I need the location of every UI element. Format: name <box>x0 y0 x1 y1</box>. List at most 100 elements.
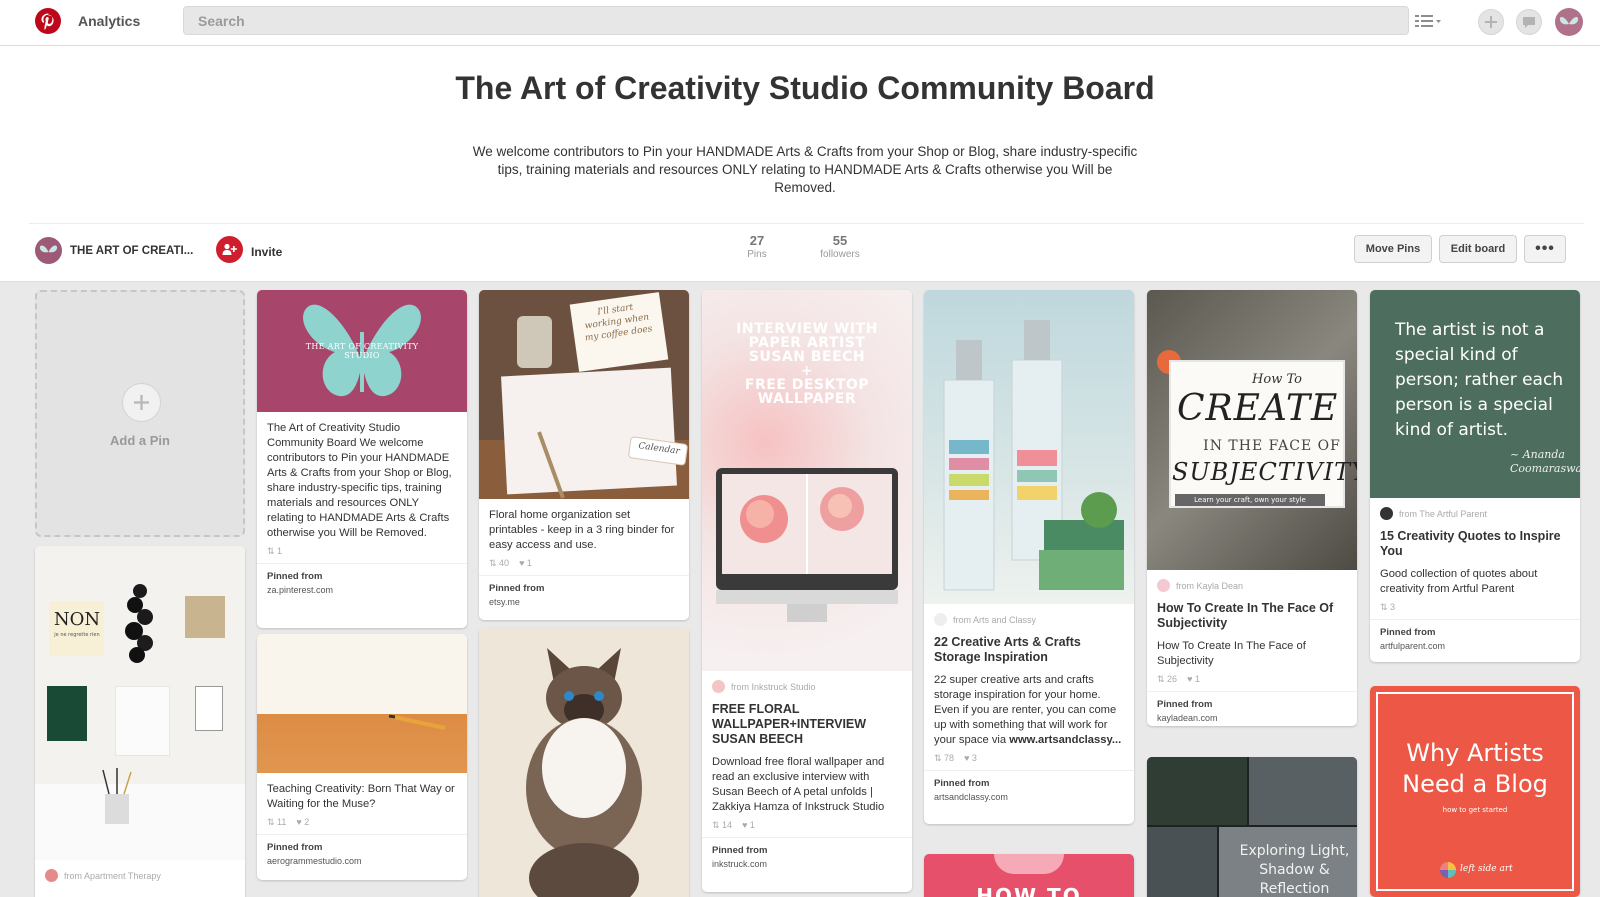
pinned-from-label: Pinned from <box>712 845 768 856</box>
pinned-from-domain[interactable]: etsy.me <box>489 597 679 607</box>
pin-source-label: from Apartment Therapy <box>64 870 161 881</box>
pin-image: INTERVIEW WITH PAPER ARTIST SUSAN BEECH … <box>702 290 912 671</box>
pin-title: 15 Creativity Quotes to Inspire You <box>1380 529 1561 558</box>
view-options-icon[interactable] <box>1413 12 1443 32</box>
repin-count: ⇅ 11 <box>267 817 287 827</box>
pin-card-storage-inspiration[interactable]: from Arts and Classy 22 Creative Arts & … <box>924 290 1134 824</box>
pin-description: The Art of Creativity Studio Community B… <box>267 422 452 539</box>
like-count: ♥ 3 <box>964 753 977 763</box>
add-pin-button[interactable] <box>1478 9 1504 35</box>
add-pin-label: Add a Pin <box>110 433 170 448</box>
pin-source[interactable]: from Inkstruck Studio <box>712 680 902 693</box>
pin-card-floral-wallpaper[interactable]: INTERVIEW WITH PAPER ARTIST SUSAN BEECH … <box>702 290 912 892</box>
pin-source[interactable]: from Kayla Dean <box>1157 579 1347 592</box>
pinned-from-domain[interactable]: za.pinterest.com <box>267 585 457 595</box>
pin-meta: ⇅ 40 ♥ 1 <box>489 558 679 569</box>
pin-card-why-artists-blog[interactable]: Why Artists Need a Blog how to get start… <box>1370 686 1580 897</box>
pinned-from-domain[interactable]: artsandclassy.com <box>934 792 1124 802</box>
repin-count-value: 1 <box>277 546 283 556</box>
like-count-value: 1 <box>1194 674 1200 684</box>
pins-count-label: Pins <box>747 249 767 260</box>
overlay-line: SUSAN BEECH <box>748 349 866 365</box>
pin-card-creativity-quotes[interactable]: The artist is not a special kind of pers… <box>1370 290 1580 662</box>
pin-link[interactable]: www.artsandclassy... <box>1009 734 1121 746</box>
pinned-from-label: Pinned from <box>267 571 323 582</box>
source-avatar-icon <box>712 680 725 693</box>
pins-count[interactable]: 27 Pins <box>742 233 772 260</box>
pin-footer[interactable]: Pinned from etsy.me <box>479 575 689 616</box>
pin-source[interactable]: from Apartment Therapy <box>45 869 235 882</box>
pinned-from-label: Pinned from <box>267 842 323 853</box>
light-shadow-line: Exploring Light, <box>1239 843 1350 859</box>
pin-footer[interactable]: Pinned from artsandclassy.com <box>924 770 1134 811</box>
messages-button[interactable] <box>1516 9 1542 35</box>
pin-image: The artist is not a special kind of pers… <box>1370 290 1580 498</box>
board-owner-avatar[interactable] <box>35 237 62 264</box>
pin-description: 22 super creative arts and crafts storag… <box>934 673 1124 748</box>
pinned-from-domain[interactable]: kayladean.com <box>1157 713 1347 723</box>
user-avatar[interactable] <box>1555 8 1583 36</box>
pin-card-apartment-therapy[interactable]: NON je ne regrette rien from Apartment T… <box>35 546 245 897</box>
move-pins-button[interactable]: Move Pins <box>1354 235 1432 263</box>
pin-body: from Inkstruck Studio FREE FLORAL WALLPA… <box>702 671 912 837</box>
pin-meta: ⇅ 1 <box>267 546 457 557</box>
sign-line: How To <box>1252 372 1302 387</box>
followers-count[interactable]: 55 followers <box>812 233 868 260</box>
pin-source[interactable]: from Arts and Classy <box>934 613 1124 626</box>
repin-count: ⇅ 26 <box>1157 674 1178 684</box>
like-count-value: 3 <box>971 753 977 763</box>
chat-icon <box>1523 17 1535 28</box>
pin-card-light-shadow[interactable]: Exploring Light, Shadow & Reflection <box>1147 757 1357 897</box>
pinned-from-label: Pinned from <box>1380 627 1436 638</box>
flower-illustration <box>740 474 864 574</box>
sign-line: SUBJECTIVITY <box>1172 458 1357 486</box>
pin-footer[interactable]: Pinned from za.pinterest.com <box>257 563 467 604</box>
source-avatar-icon <box>1157 579 1170 592</box>
pin-body: Teaching Creativity: Born That Way or Wa… <box>257 773 467 834</box>
pin-footer[interactable]: Pinned from artfulparent.com <box>1370 619 1580 660</box>
pencil-cup-illustration <box>102 768 132 824</box>
invite-button[interactable]: Invite <box>251 245 282 259</box>
add-pin-tile[interactable]: Add a Pin <box>35 290 245 537</box>
pin-card-how-to[interactable]: HOW TO <box>924 854 1134 897</box>
like-count-value: 1 <box>526 558 532 568</box>
pin-card-board-logo[interactable]: THE ART OF CREATIVITY STUDIO The Art of … <box>257 290 467 628</box>
edit-board-button[interactable]: Edit board <box>1439 235 1517 263</box>
pin-description: Good collection of quotes about creativi… <box>1380 568 1538 595</box>
like-count-value: 2 <box>304 817 310 827</box>
board-logo-text: THE ART OF CREATIVITY STUDIO <box>305 342 419 360</box>
pin-card-teaching-creativity[interactable]: Teaching Creativity: Born That Way or Wa… <box>257 634 467 880</box>
repin-count: ⇅ 40 <box>489 558 510 568</box>
pin-meta: ⇅ 14 ♥ 1 <box>712 820 902 831</box>
pinned-from-domain[interactable]: artfulparent.com <box>1380 641 1570 651</box>
pin-body: from Apartment Therapy <box>35 860 245 897</box>
necklace-illustration <box>125 584 153 663</box>
board-owner-name[interactable]: THE ART OF CREATI... <box>70 245 193 257</box>
analytics-link[interactable]: Analytics <box>78 13 140 29</box>
invite-icon[interactable] <box>216 236 243 263</box>
pin-footer[interactable]: Pinned from aerogrammestudio.com <box>257 834 467 875</box>
brand-name: left side art <box>1460 864 1513 874</box>
sign-line: IN THE FACE OF <box>1203 438 1341 454</box>
pin-grid: Add a Pin NON je ne regrette rien from A… <box>0 283 1600 897</box>
pin-meta: ⇅ 26 ♥ 1 <box>1157 674 1347 685</box>
pin-footer[interactable]: Pinned from inkstruck.com <box>702 837 912 878</box>
pin-description: Download free floral wallpaper and read … <box>712 756 885 813</box>
pin-card-floral-organization[interactable]: I'll start working when my coffee does C… <box>479 290 689 620</box>
pin-card-cat[interactable] <box>479 628 689 897</box>
more-options-button[interactable]: ••• <box>1524 235 1566 263</box>
pinned-from-domain[interactable]: aerogrammestudio.com <box>267 856 457 866</box>
non-print-subtext: je ne regrette rien <box>54 632 100 638</box>
repin-count: ⇅ 1 <box>267 546 283 556</box>
plus-icon <box>122 383 161 422</box>
green-print <box>47 686 87 741</box>
pinned-from-domain[interactable]: inkstruck.com <box>712 859 902 869</box>
pin-card-subjectivity[interactable]: How To CREATE IN THE FACE OF SUBJECTIVIT… <box>1147 290 1357 726</box>
search-input[interactable] <box>183 6 1409 35</box>
pin-source[interactable]: from The Artful Parent <box>1380 507 1570 520</box>
followers-count-label: followers <box>820 249 860 260</box>
repin-count-value: 14 <box>722 820 733 830</box>
repin-count-value: 26 <box>1167 674 1178 684</box>
pin-footer[interactable]: Pinned from kayladean.com <box>1147 691 1357 726</box>
pinterest-logo-icon[interactable] <box>35 8 61 34</box>
